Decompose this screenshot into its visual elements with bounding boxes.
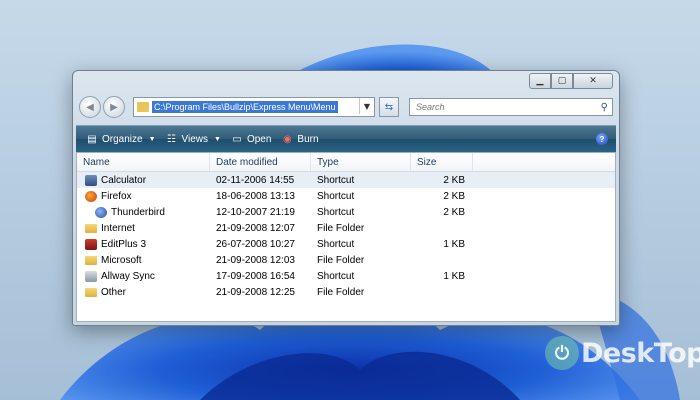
file-size: 2 KB (443, 174, 465, 186)
watermark: ⏻ DeskTop (545, 336, 700, 370)
file-name: Internet (101, 222, 135, 234)
file-size: 2 KB (443, 206, 465, 218)
file-name: Microsoft (101, 254, 142, 266)
list-item[interactable]: Thunderbird 12-10-2007 21:19 Shortcut 2 … (77, 204, 615, 220)
help-icon[interactable]: ? (596, 133, 608, 145)
chevron-down-icon: ▼ (148, 135, 156, 143)
refresh-button[interactable]: ⇆ (379, 97, 399, 117)
back-arrow-icon: ◀ (86, 101, 94, 113)
file-type: Shortcut (317, 270, 355, 282)
organize-button[interactable]: ▤ Organize ▼ (86, 133, 156, 145)
list-item[interactable]: Calculator 02-11-2006 14:55 Shortcut 2 K… (77, 172, 615, 188)
editplus-icon (85, 238, 97, 250)
maximize-button[interactable]: ▢ (551, 73, 573, 89)
search-icon[interactable]: ⚲ (601, 102, 608, 113)
column-size[interactable]: Size (411, 153, 473, 171)
list-item[interactable]: Other 21-09-2008 12:25 File Folder (77, 284, 615, 300)
file-name: Other (101, 286, 127, 298)
watermark-text: DeskTop (581, 337, 700, 369)
file-size: 2 KB (443, 190, 465, 202)
file-type: Shortcut (317, 190, 355, 202)
file-type: Shortcut (317, 174, 355, 186)
list-item[interactable]: Firefox 18-06-2008 13:13 Shortcut 2 KB (77, 188, 615, 204)
search-box[interactable]: ⚲ (409, 98, 613, 116)
address-row: ◀ ▶ C:\Program Files\Bullzip\Express Men… (79, 95, 613, 119)
file-name: Allway Sync (101, 270, 155, 282)
file-date: 21-09-2008 12:03 (216, 254, 295, 266)
file-name: Firefox (101, 190, 132, 202)
views-label: Views (181, 133, 209, 145)
forward-button[interactable]: ▶ (103, 96, 125, 118)
explorer-window: ▁ ▢ ✕ ◀ ▶ C:\Program Files\Bullzip\Expre… (72, 70, 620, 326)
allwaysync-icon (85, 270, 97, 282)
back-button[interactable]: ◀ (79, 96, 101, 118)
file-date: 21-09-2008 12:25 (216, 286, 295, 298)
list-item[interactable]: Internet 21-09-2008 12:07 File Folder (77, 220, 615, 236)
file-type: File Folder (317, 222, 365, 234)
calculator-icon (85, 174, 97, 186)
column-headers: Name Date modified Type Size (77, 153, 615, 172)
file-name: EditPlus 3 (101, 238, 147, 250)
close-button[interactable]: ✕ (573, 73, 613, 89)
file-date: 17-09-2008 16:54 (216, 270, 295, 282)
firefox-icon (85, 190, 97, 202)
file-type: File Folder (317, 254, 365, 266)
desktop-logo-icon: ⏻ (545, 336, 579, 370)
burn-disc-icon: ◉ (283, 133, 292, 145)
folder-icon (85, 255, 97, 265)
folder-icon (85, 287, 97, 297)
list-item[interactable]: EditPlus 3 26-07-2008 10:27 Shortcut 1 K… (77, 236, 615, 252)
file-list: Name Date modified Type Size Calculator … (76, 152, 616, 322)
file-name: Calculator (101, 174, 147, 186)
organize-icon: ▤ (87, 133, 97, 145)
search-input[interactable] (414, 101, 568, 113)
file-date: 21-09-2008 12:07 (216, 222, 295, 234)
command-bar: ▤ Organize ▼ ☷ Views ▼ ▭ Open ◉ Burn ? (76, 125, 616, 152)
views-button[interactable]: ☷ Views ▼ (166, 133, 221, 145)
open-button[interactable]: ▭ Open (231, 133, 271, 145)
column-type[interactable]: Type (311, 153, 411, 171)
burn-label: Burn (297, 133, 319, 145)
file-date: 02-11-2006 14:55 (216, 174, 295, 186)
file-date: 18-06-2008 13:13 (216, 190, 295, 202)
organize-label: Organize (102, 133, 143, 145)
file-date: 26-07-2008 10:27 (216, 238, 295, 250)
address-dropdown-icon[interactable]: ▼ (359, 98, 374, 114)
file-size: 1 KB (443, 270, 465, 282)
burn-button[interactable]: ◉ Burn (281, 133, 319, 145)
file-type: Shortcut (317, 206, 355, 218)
chevron-down-icon: ▼ (214, 135, 221, 143)
caption-buttons: ▁ ▢ ✕ (529, 73, 613, 89)
open-icon: ▭ (232, 133, 242, 145)
file-name: Thunderbird (111, 206, 165, 218)
file-type: File Folder (317, 286, 365, 298)
list-item[interactable]: Allway Sync 17-09-2008 16:54 Shortcut 1 … (77, 268, 615, 284)
list-item[interactable]: Microsoft 21-09-2008 12:03 File Folder (77, 252, 615, 268)
folder-icon (137, 102, 149, 112)
folder-icon (85, 223, 97, 233)
forward-arrow-icon: ▶ (110, 101, 118, 113)
thunderbird-icon (95, 206, 107, 218)
column-date-modified[interactable]: Date modified (210, 153, 311, 171)
file-type: Shortcut (317, 238, 355, 250)
views-icon: ☷ (167, 133, 176, 145)
address-path[interactable]: C:\Program Files\Bullzip\Express Menu\Me… (152, 101, 338, 113)
minimize-button[interactable]: ▁ (529, 73, 551, 89)
refresh-icon: ⇆ (384, 101, 394, 113)
file-size: 1 KB (443, 238, 465, 250)
file-date: 12-10-2007 21:19 (216, 206, 295, 218)
open-label: Open (246, 133, 272, 145)
address-bar[interactable]: C:\Program Files\Bullzip\Express Menu\Me… (133, 97, 375, 117)
column-name[interactable]: Name (77, 153, 210, 171)
